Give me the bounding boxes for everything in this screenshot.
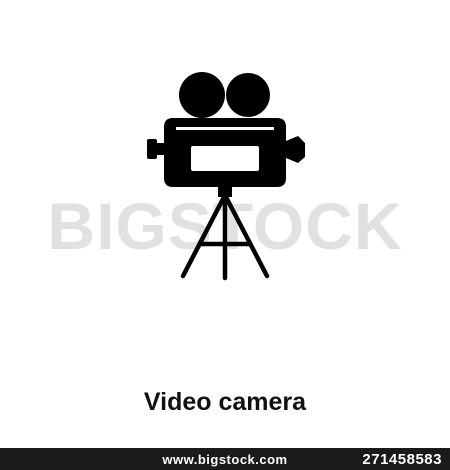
video-camera-icon xyxy=(147,72,305,281)
camera-lens xyxy=(286,136,305,163)
icon-title: Video camera xyxy=(143,388,307,416)
camera-top-stripe xyxy=(176,127,274,130)
footer-image-id: 271458583 xyxy=(362,451,442,468)
camera-screen xyxy=(191,146,259,171)
film-reel-left-icon xyxy=(179,72,225,118)
tripod-leg-right xyxy=(223,194,270,279)
icon-area: BIGSTOCK xyxy=(0,0,450,300)
film-reel-right-icon xyxy=(226,73,270,117)
footer-bar: www.bigstock.com 271458583 xyxy=(0,448,450,470)
tripod-leg-left xyxy=(180,194,227,279)
